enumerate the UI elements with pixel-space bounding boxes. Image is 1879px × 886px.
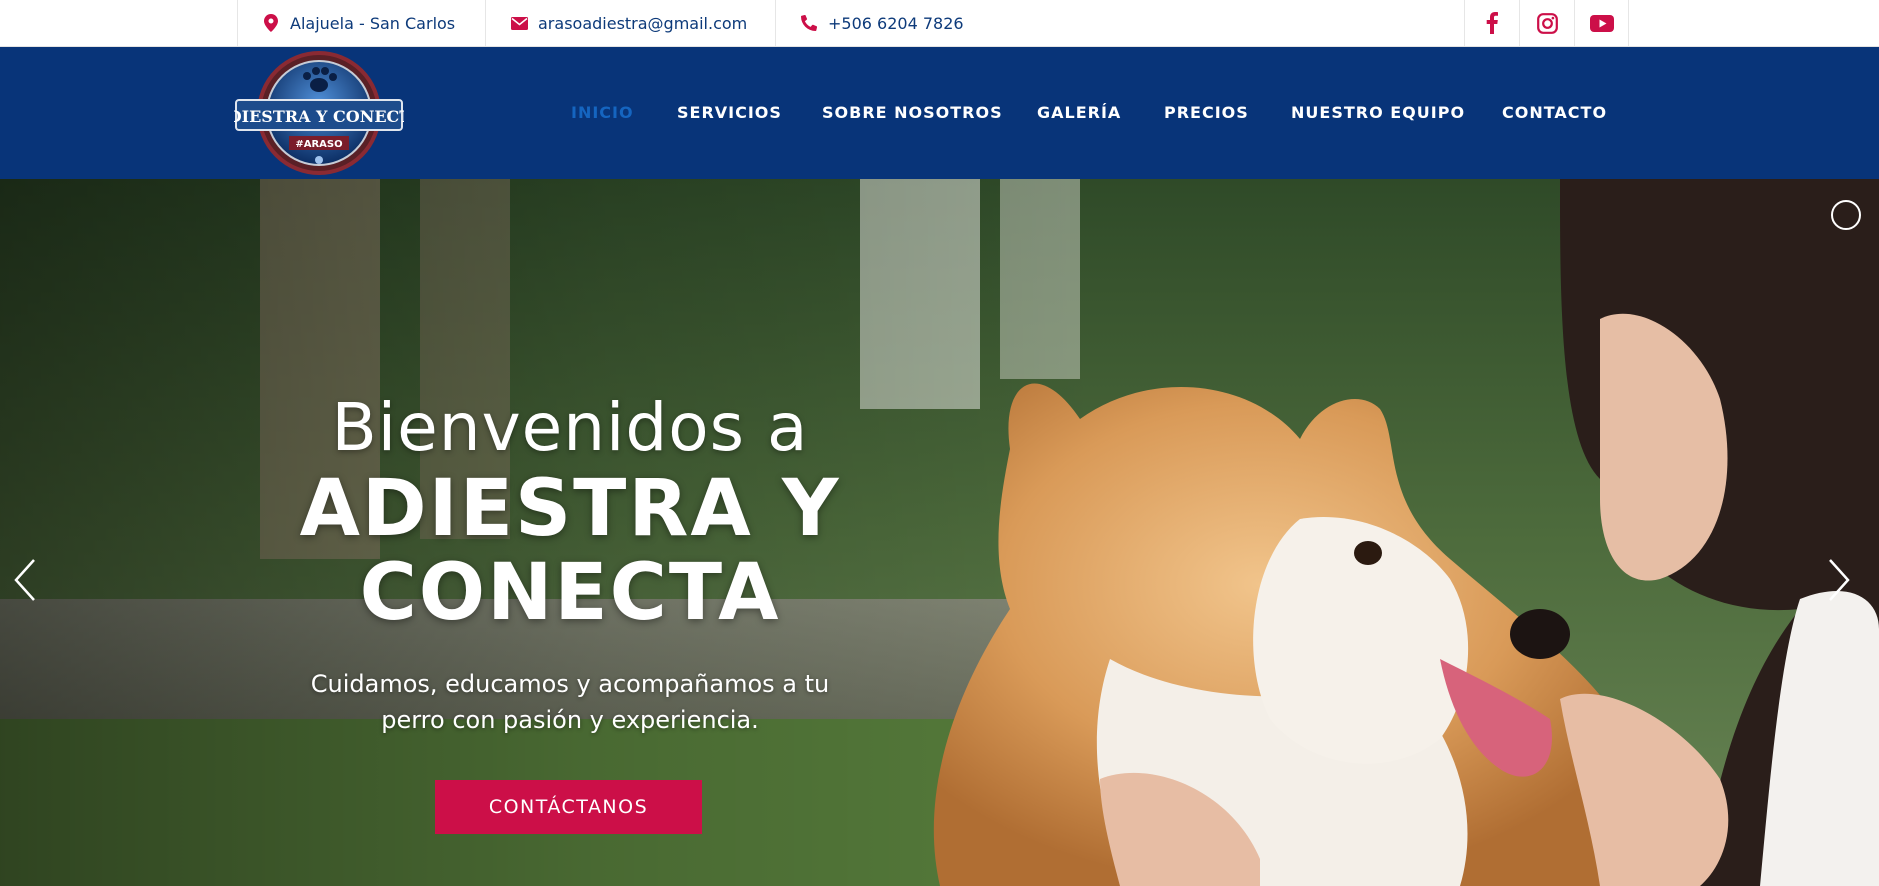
slider-prev-arrow[interactable]	[4, 550, 44, 610]
facebook-icon	[1486, 12, 1498, 34]
nav-sobre-nosotros[interactable]: SOBRE NOSOTROS	[822, 103, 1003, 122]
logo-title: ADIESTRA Y CONECTA	[234, 107, 404, 126]
hero-brand-line-1: ADIESTRA Y	[299, 464, 841, 554]
slider-dot[interactable]	[1831, 200, 1861, 230]
hero-slider: Bienvenidos a ADIESTRA Y CONECTA Cuidamo…	[0, 179, 1879, 886]
contact-cta-button[interactable]: CONTÁCTANOS	[435, 780, 702, 834]
instagram-link[interactable]	[1519, 0, 1574, 46]
divider	[775, 0, 776, 46]
hero-subtitle: Cuidamos, educamos y acompañamos a tu pe…	[270, 666, 870, 738]
logo-tag: #ARASO	[295, 139, 342, 150]
location-text: Alajuela - San Carlos	[290, 13, 456, 33]
hero-brand-title: ADIESTRA Y CONECTA	[270, 467, 870, 635]
location-info: Alajuela - San Carlos	[262, 0, 455, 46]
nav-nuestro-equipo[interactable]: NUESTRO EQUIPO	[1291, 103, 1465, 122]
nav-galeria[interactable]: GALERÍA	[1037, 103, 1121, 122]
nav-servicios[interactable]: SERVICIOS	[677, 103, 782, 122]
envelope-icon	[510, 14, 528, 32]
hero-subtitle-line-2: perro con pasión y experiencia.	[381, 706, 759, 734]
youtube-link[interactable]	[1574, 0, 1629, 46]
hero-brand-line-2: CONECTA	[359, 548, 781, 638]
phone-icon	[800, 14, 818, 32]
hero-subtitle-line-1: Cuidamos, educamos y acompañamos a tu	[310, 670, 830, 698]
facebook-link[interactable]	[1464, 0, 1519, 46]
chevron-left-icon	[14, 559, 35, 601]
nav-precios[interactable]: PRECIOS	[1164, 103, 1249, 122]
map-pin-icon	[262, 14, 280, 32]
slider-next-arrow[interactable]	[1820, 550, 1860, 610]
email-link[interactable]: arasoadiestra@gmail.com	[510, 0, 747, 46]
hero-welcome-text: Bienvenidos a	[331, 389, 809, 466]
nav-inicio[interactable]: INICIO	[571, 103, 634, 122]
nav-contacto[interactable]: CONTACTO	[1502, 103, 1607, 122]
divider	[237, 0, 238, 46]
email-text[interactable]: arasoadiestra@gmail.com	[538, 14, 747, 33]
phone-link[interactable]: +506 6204 7826	[800, 0, 964, 46]
phone-text[interactable]: +506 6204 7826	[828, 14, 964, 33]
top-info-bar: Alajuela - San Carlos arasoadiestra@gmai…	[0, 0, 1879, 47]
site-logo[interactable]: ADIESTRA Y CONECTA #ARASO	[214, 50, 423, 176]
instagram-icon	[1536, 12, 1558, 34]
youtube-icon	[1589, 14, 1614, 32]
chevron-right-icon	[1829, 559, 1850, 601]
main-navbar: ADIESTRA Y CONECTA #ARASO INICIO SERVICI…	[0, 47, 1879, 179]
divider	[485, 0, 486, 46]
